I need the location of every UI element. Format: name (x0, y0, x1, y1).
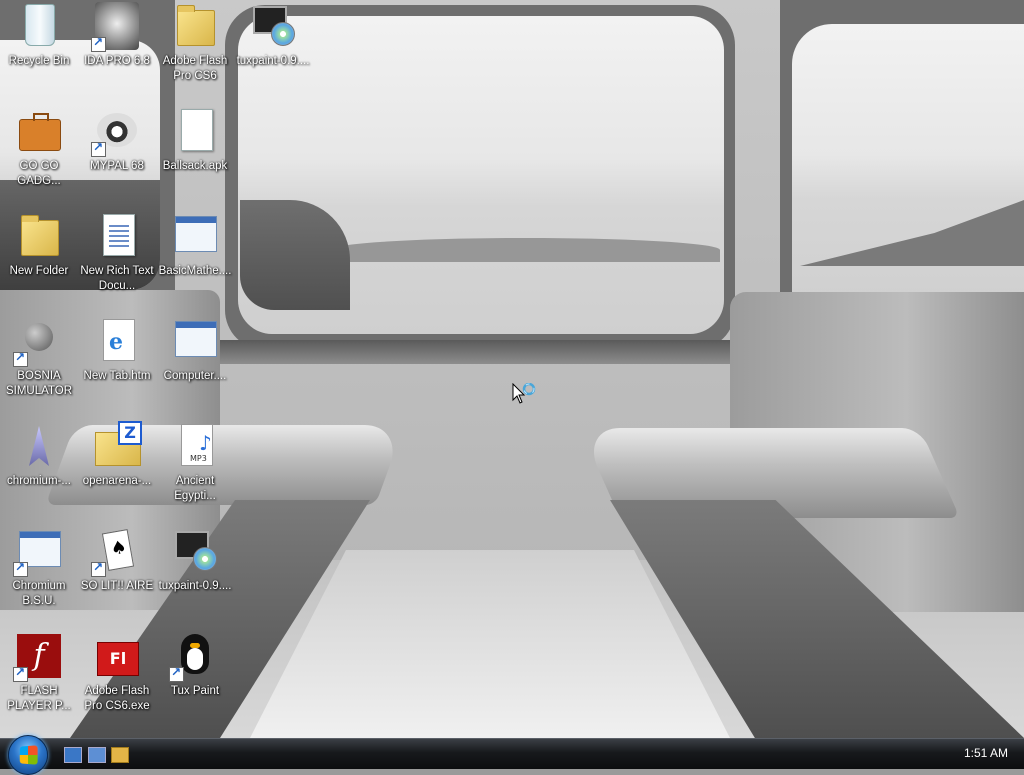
window-icon (175, 321, 217, 357)
desktop-icon-ida-pro[interactable]: IDA PRO 6.8 (78, 0, 156, 100)
icon-label: Chromium B.S.U. (12, 580, 66, 607)
shortcut-arrow-icon (91, 560, 106, 577)
icon-label: chromium-... (7, 475, 71, 487)
desktop-icon-tux-paint[interactable]: Tux Paint (156, 630, 234, 730)
desktop-icon-rich-text-document[interactable]: New Rich Text Docu... (78, 210, 156, 310)
desktop-icon-chromium-bsu[interactable]: Chromium B.S.U. (0, 525, 78, 625)
icon-label: BasicMathe.... (158, 265, 232, 277)
taskbar: 1:51 AM (0, 735, 1024, 775)
icon-label: Computer.... (163, 370, 227, 382)
desktop-icon-chromium[interactable]: chromium-... (0, 420, 78, 520)
desktop-icon-tuxpaint-installer[interactable]: tuxpaint-0.9.... (234, 0, 312, 100)
desktop-icon-new-folder[interactable]: New Folder (0, 210, 78, 310)
icon-label: SO LIT!! AIRE (80, 580, 154, 592)
jet-icon (29, 426, 49, 466)
desktop-icon-ancient-egyptian[interactable]: ♪ MP3 Ancient Egypti... (156, 420, 234, 520)
desktop-icon-ballsack-apk[interactable]: Ballsack.apk (156, 105, 234, 205)
icon-label: Adobe Flash Pro CS6.exe (84, 685, 150, 712)
folder-quick-launch-icon[interactable] (111, 747, 129, 763)
icon-label: openarena-... (82, 475, 152, 487)
blank-file-icon (181, 109, 213, 151)
desktop-icon-so-lit-aire[interactable]: SO LIT!! AIRE (78, 525, 156, 625)
wallpaper-window-sill (215, 340, 740, 364)
icon-label: New Folder (9, 265, 69, 277)
icon-label: GO GO GADG... (17, 160, 61, 187)
icon-label: Ancient Egypti... (174, 475, 216, 502)
folder-icon (21, 215, 59, 256)
tux-penguin-icon (181, 634, 209, 674)
desktop-icon-go-go-gadget[interactable]: GO GO GADG... (0, 105, 78, 205)
desktop-icon-mypal[interactable]: MYPAL 68 (78, 105, 156, 205)
desktop-icon-tuxpaint-installer-2[interactable]: tuxpaint-0.9.... (156, 525, 234, 625)
flash-folder-icon: Fl (97, 642, 139, 676)
cd-icon (193, 547, 217, 571)
taskbar-clock[interactable]: 1:51 AM (964, 746, 1008, 760)
icon-label: Tux Paint (170, 685, 220, 697)
icon-label: Recycle Bin (8, 55, 70, 67)
start-button[interactable] (8, 735, 48, 775)
shortcut-arrow-icon (91, 35, 106, 52)
icon-label: Ballsack.apk (162, 160, 228, 172)
desktop-icon-new-tab-htm[interactable]: e New Tab.htm (78, 315, 156, 415)
zip-folder-icon (95, 421, 142, 466)
switch-windows-icon[interactable] (88, 747, 106, 763)
icon-label: tuxpaint-0.9.... (236, 55, 310, 67)
playing-cards-icon (101, 529, 135, 571)
shortcut-arrow-icon (169, 665, 184, 682)
wallpaper-right-window (792, 24, 1024, 316)
icon-label: Adobe Flash Pro CS6 (162, 55, 228, 82)
desktop-icon-flash-player[interactable]: f FLASH PLAYER P... (0, 630, 78, 730)
document-icon (103, 214, 135, 256)
icon-label: FLASH PLAYER P... (7, 685, 71, 712)
desktop-icon-adobe-flash-exe[interactable]: Fl Adobe Flash Pro CS6.exe (78, 630, 156, 730)
icon-label: New Tab.htm (83, 370, 151, 382)
cd-icon (271, 22, 295, 46)
show-desktop-icon[interactable] (64, 747, 82, 763)
window-icon (175, 216, 217, 252)
icon-label: New Rich Text Docu... (80, 265, 154, 292)
wallpaper-hills (330, 238, 720, 262)
desktop-icon-recycle-bin[interactable]: Recycle Bin (0, 0, 78, 100)
desktop-icon-bosnia-simulator[interactable]: BOSNIA SIMULATOR (0, 315, 78, 415)
recycle-bin-icon (25, 4, 55, 46)
desktop-icon-basic-mathematics[interactable]: BasicMathe.... (156, 210, 234, 310)
mine-icon (25, 323, 53, 351)
folder-icon (177, 5, 215, 46)
shortcut-arrow-icon (13, 665, 28, 682)
shortcut-arrow-icon (91, 140, 106, 157)
desktop-icon-openarena[interactable]: openarena-... (78, 420, 156, 520)
shortcut-arrow-icon (13, 350, 28, 367)
shortcut-arrow-icon (13, 560, 28, 577)
icon-label: IDA PRO 6.8 (84, 55, 150, 67)
icon-label: MYPAL 68 (90, 160, 144, 172)
desktop-icon-adobe-flash-pro[interactable]: Adobe Flash Pro CS6 (156, 0, 234, 100)
briefcase-icon (19, 113, 61, 151)
icon-label: tuxpaint-0.9.... (158, 580, 232, 592)
icon-label: BOSNIA SIMULATOR (5, 370, 73, 397)
desktop-icon-computer[interactable]: Computer.... (156, 315, 234, 415)
